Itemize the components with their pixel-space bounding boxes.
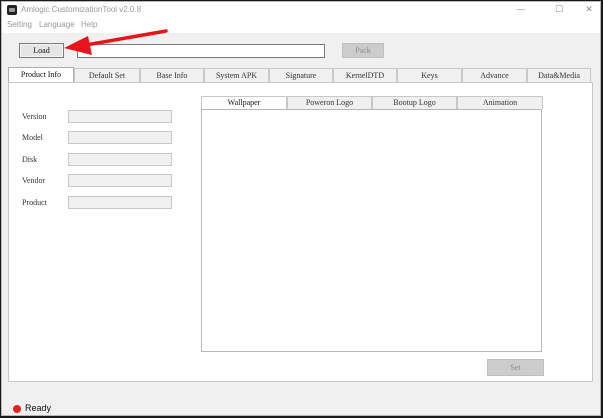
disk-label: Disk [22, 155, 38, 164]
path-input[interactable] [77, 44, 325, 58]
title-bar: Amlogic CustomizationTool v2.0.8 — ☐ ✕ [2, 2, 600, 19]
load-button[interactable]: Load [19, 43, 64, 58]
subtab-poweron-logo[interactable]: Poweron Logo [287, 96, 372, 109]
model-label: Model [22, 133, 43, 142]
close-icon[interactable]: ✕ [582, 4, 596, 16]
product-label: Product [22, 198, 47, 207]
menu-language[interactable]: Language [39, 20, 75, 29]
subtab-bootup-logo[interactable]: Bootup Logo [372, 96, 457, 109]
disk-field[interactable] [68, 153, 172, 166]
status-text: Ready [25, 403, 52, 413]
menu-setting[interactable]: Setting [7, 20, 32, 29]
tab-advance[interactable]: Advance [462, 68, 527, 82]
app-icon [7, 5, 17, 15]
pack-button[interactable]: Pack [342, 43, 384, 58]
minimize-icon[interactable]: — [514, 4, 528, 16]
window-title: Amlogic CustomizationTool v2.0.8 [21, 5, 142, 14]
vendor-field[interactable] [68, 174, 172, 187]
tab-signature[interactable]: Signature [269, 68, 333, 82]
product-field[interactable] [68, 196, 172, 209]
wallpaper-preview [201, 109, 542, 352]
tab-data-media[interactable]: Data&Media [527, 68, 591, 82]
product-info-panel: Version Model Disk Vendor Product Wallpa… [8, 82, 593, 382]
status-bar: Ready [2, 401, 600, 416]
tab-keys[interactable]: Keys [397, 68, 462, 82]
maximize-icon[interactable]: ☐ [552, 4, 566, 16]
tab-default-set[interactable]: Default Set [74, 68, 140, 82]
model-field[interactable] [68, 131, 172, 144]
subtab-wallpaper[interactable]: Wallpaper [201, 96, 287, 109]
version-field[interactable] [68, 110, 172, 123]
set-button[interactable]: Set [487, 359, 544, 376]
menu-help[interactable]: Help [81, 20, 97, 29]
menu-bar: Setting Language Help [2, 19, 600, 33]
subtab-animation[interactable]: Animation [457, 96, 543, 109]
version-label: Version [22, 112, 47, 121]
tab-base-info[interactable]: Base Info [140, 68, 204, 82]
status-indicator-icon [13, 405, 21, 413]
tab-system-apk[interactable]: System APK [204, 68, 269, 82]
tab-kerneldtd[interactable]: KernelDTD [333, 68, 397, 82]
app-window: Amlogic CustomizationTool v2.0.8 — ☐ ✕ S… [1, 1, 601, 416]
vendor-label: Vendor [22, 176, 46, 185]
tab-product-info[interactable]: Product Info [8, 67, 74, 83]
